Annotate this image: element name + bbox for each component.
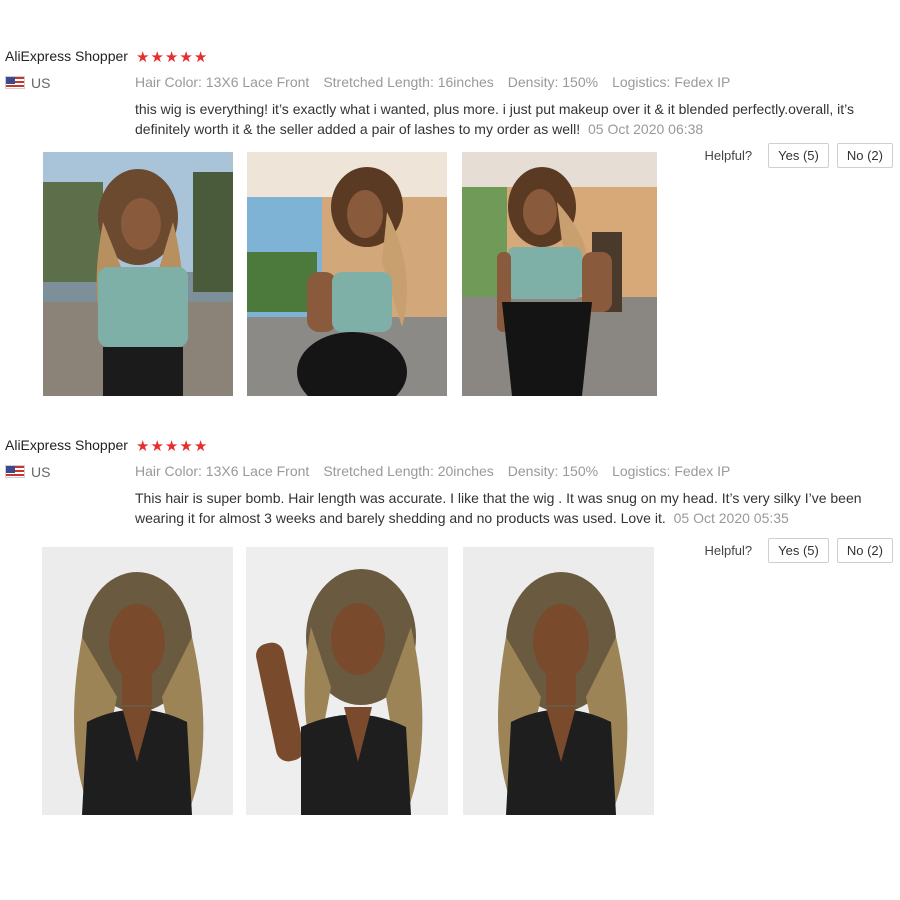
us-flag-icon xyxy=(5,465,25,478)
order-attributes: Hair Color: 13X6 Lace Front Stretched Le… xyxy=(135,74,744,90)
order-attributes: Hair Color: 13X6 Lace Front Stretched Le… xyxy=(135,463,744,479)
reviewer-name: AliExpress Shopper xyxy=(5,48,128,64)
review-date: 05 Oct 2020 05:35 xyxy=(673,510,789,526)
us-flag-icon xyxy=(5,76,25,89)
comment-text: this wig is everything! it’s exactly wha… xyxy=(135,101,854,137)
review-photo[interactable] xyxy=(247,152,447,396)
attr-density: Density: 150% xyxy=(507,74,599,90)
review-photo[interactable] xyxy=(246,547,448,815)
review-photo[interactable] xyxy=(42,547,233,815)
attr-hair-color: Hair Color: 13X6 Lace Front xyxy=(135,74,310,90)
star-rating: ★ ★ ★ ★ ★ xyxy=(136,50,207,66)
helpful-vote: Helpful? Yes (5) No (2) xyxy=(704,538,893,563)
star-icon: ★ xyxy=(179,438,193,455)
attr-stretched-length: Stretched Length: 16inches xyxy=(323,74,494,90)
review-comment: This hair is super bomb. Hair length was… xyxy=(135,488,885,528)
star-rating: ★ ★ ★ ★ ★ xyxy=(136,439,207,455)
reviewer-country: US xyxy=(31,75,51,91)
star-icon: ★ xyxy=(164,49,179,66)
reviewer-name: AliExpress Shopper xyxy=(5,437,128,453)
attr-hair-color: Hair Color: 13X6 Lace Front xyxy=(135,463,310,479)
review-photo[interactable] xyxy=(463,547,654,815)
review-photo[interactable] xyxy=(462,152,657,396)
star-icon: ★ xyxy=(193,49,208,66)
helpful-no-button[interactable]: No (2) xyxy=(836,538,893,563)
helpful-yes-button[interactable]: Yes (5) xyxy=(768,143,829,168)
star-icon: ★ xyxy=(136,438,150,455)
helpful-label: Helpful? xyxy=(704,543,753,558)
helpful-no-button[interactable]: No (2) xyxy=(836,143,893,168)
star-icon: ★ xyxy=(193,438,208,455)
attr-density: Density: 150% xyxy=(507,463,599,479)
attr-logistics: Logistics: Fedex IP xyxy=(612,463,731,479)
helpful-label: Helpful? xyxy=(704,148,753,163)
star-icon: ★ xyxy=(179,49,193,66)
attr-logistics: Logistics: Fedex IP xyxy=(612,74,731,90)
review-photo[interactable] xyxy=(43,152,233,396)
star-icon: ★ xyxy=(164,438,179,455)
reviewer-country: US xyxy=(31,464,51,480)
helpful-vote: Helpful? Yes (5) No (2) xyxy=(704,143,893,168)
star-icon: ★ xyxy=(136,49,150,66)
star-icon: ★ xyxy=(150,438,164,455)
helpful-yes-button[interactable]: Yes (5) xyxy=(768,538,829,563)
attr-stretched-length: Stretched Length: 20inches xyxy=(323,463,494,479)
review-date: 05 Oct 2020 06:38 xyxy=(588,121,704,137)
star-icon: ★ xyxy=(150,49,164,66)
review-comment: this wig is everything! it’s exactly wha… xyxy=(135,99,885,139)
